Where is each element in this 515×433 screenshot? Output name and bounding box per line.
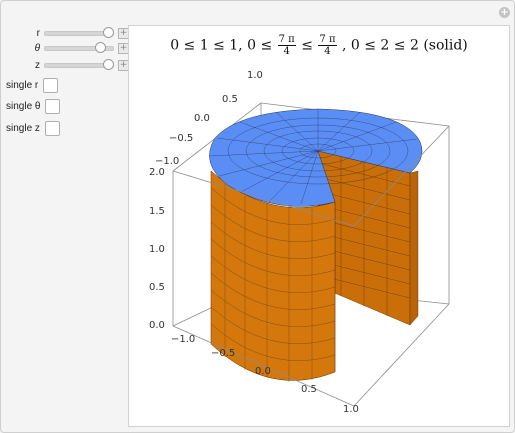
checkbox-label-single-r: single r <box>6 79 39 91</box>
slider-r[interactable] <box>44 26 114 38</box>
slider-z[interactable] <box>44 58 114 70</box>
slider-label-theta: θ <box>34 42 40 54</box>
checkbox-label-single-z: single z <box>6 122 40 134</box>
slider-thumb-z[interactable] <box>103 58 114 70</box>
y-tick-1: −0.5 <box>169 133 193 144</box>
slider-row-z: z + <box>0 57 129 73</box>
cylinder-side-right <box>409 170 419 326</box>
slider-theta[interactable] <box>44 41 114 53</box>
slider-label-r: r <box>36 27 40 39</box>
checkbox-single-r[interactable] <box>43 77 59 93</box>
slider-row-theta: θ + <box>0 40 129 56</box>
x-tick-2: 0.0 <box>255 366 271 377</box>
slider-thumb-r[interactable] <box>103 26 114 38</box>
slider-label-z: z <box>35 59 40 71</box>
z-tick-0: 0.0 <box>149 320 165 331</box>
z-tick-2: 1.0 <box>149 244 165 255</box>
x-tick-1: −0.5 <box>211 348 235 359</box>
checkbox-single-z[interactable] <box>44 120 60 136</box>
plot-3d-svg: 0.0 0.5 1.0 1.5 2.0 −1.0 −0.5 0.0 0.5 1.… <box>149 70 450 415</box>
z-axis-ticks: 0.0 0.5 1.0 1.5 2.0 <box>149 167 165 331</box>
z-tick-1: 0.5 <box>149 282 165 293</box>
checkbox-row-single-z: single z <box>6 119 60 137</box>
y-tick-2: 0.0 <box>194 113 210 124</box>
z-tick-4: 2.0 <box>149 167 165 178</box>
plot-panel[interactable]: 0 ≤ 1 ≤ 1, 0 ≤ 7 π4 ≤ 7 π4 , 0 ≤ 2 ≤ 2 (… <box>128 25 510 427</box>
checkbox-label-single-theta: single θ <box>6 100 41 112</box>
slider-row-r: r + <box>0 25 129 41</box>
x-tick-4: 1.0 <box>343 404 359 415</box>
x-tick-0: −1.0 <box>171 334 195 345</box>
y-tick-4: 1.0 <box>247 70 263 81</box>
checkbox-row-single-r: single r <box>6 76 59 94</box>
slider-thumb-theta[interactable] <box>95 41 106 53</box>
x-tick-3: 0.5 <box>301 384 317 395</box>
y-tick-3: 0.5 <box>222 94 238 105</box>
y-tick-0: −1.0 <box>155 156 179 167</box>
checkbox-row-single-theta: single θ <box>6 97 61 115</box>
checkbox-single-theta[interactable] <box>45 98 61 114</box>
z-tick-3: 1.5 <box>149 206 165 217</box>
expand-plus-icon[interactable]: + <box>499 7 510 18</box>
